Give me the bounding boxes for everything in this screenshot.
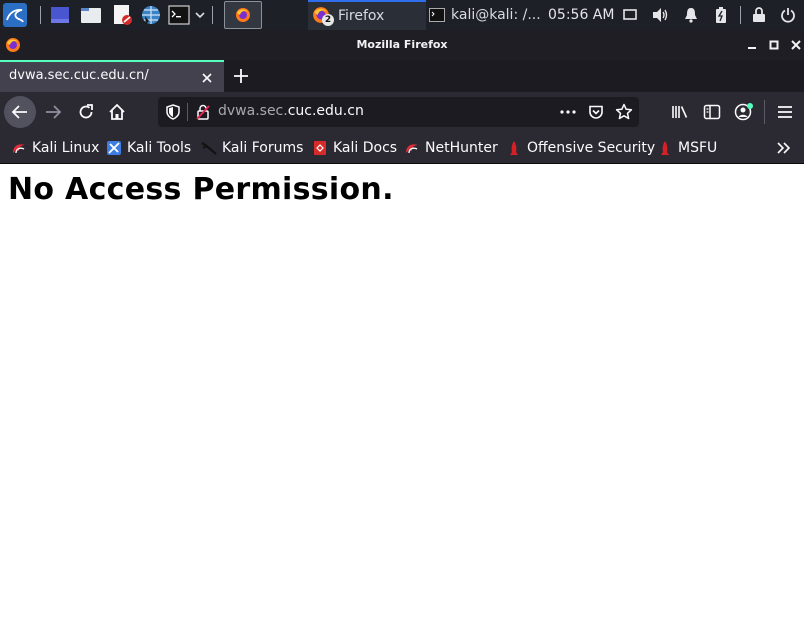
taskbar-firefox[interactable]: 2 Firefox xyxy=(308,0,426,30)
kali-dragon-icon xyxy=(11,140,27,156)
bookmark-kali-tools[interactable]: Kali Tools xyxy=(106,138,191,158)
panel-separator xyxy=(740,6,741,24)
show-desktop-icon[interactable] xyxy=(48,0,72,30)
file-manager-icon[interactable] xyxy=(79,0,103,30)
panel-separator xyxy=(212,6,213,24)
chevron-double-right-icon[interactable] xyxy=(774,138,794,158)
window-count-badge: 2 xyxy=(322,14,334,26)
insecure-lock-icon[interactable] xyxy=(193,102,213,122)
forward-button[interactable] xyxy=(37,96,69,128)
web-browser-icon[interactable] xyxy=(139,0,163,30)
url-bar[interactable]: dvwa.sec.cuc.edu.cn xyxy=(158,97,639,127)
window-title: Mozilla Firefox xyxy=(356,38,448,51)
kali-docs-icon xyxy=(312,140,328,156)
bookmark-label: NetHunter xyxy=(425,140,498,156)
urlbar-divider xyxy=(187,103,188,121)
window-titlebar: Mozilla Firefox xyxy=(0,30,804,60)
notifications-icon[interactable] xyxy=(681,0,701,30)
bookmark-kali-linux[interactable]: Kali Linux xyxy=(11,138,99,158)
bookmark-label: Offensive Security xyxy=(527,140,656,156)
volume-icon[interactable] xyxy=(650,0,672,30)
bookmark-label: Kali Tools xyxy=(127,140,192,156)
bookmark-star-icon[interactable] xyxy=(614,102,634,122)
home-button[interactable] xyxy=(101,96,133,128)
page-content: No Access Permission. xyxy=(0,164,804,623)
battery-icon[interactable] xyxy=(711,0,731,30)
taskbar-terminal-label: kali@kali: /... xyxy=(451,7,541,23)
tab-strip: dvwa.sec.cuc.edu.cn/ xyxy=(0,60,804,92)
bookmark-label: Kali Docs xyxy=(333,140,398,156)
clock[interactable]: 05:56 AM xyxy=(548,0,614,30)
bookmark-label: Kali Linux xyxy=(32,140,100,156)
page-actions-menu-icon[interactable] xyxy=(558,102,578,122)
msfu-icon xyxy=(657,140,673,156)
minimize-button[interactable] xyxy=(744,37,760,53)
nethunter-icon xyxy=(404,140,420,156)
library-icon[interactable] xyxy=(664,96,696,128)
kali-tools-icon xyxy=(106,140,122,156)
bookmark-label: Kali Forums xyxy=(222,140,304,156)
chevron-down-icon[interactable] xyxy=(192,0,208,30)
lock-icon[interactable] xyxy=(749,0,769,30)
panel-separator xyxy=(40,6,41,24)
desktop-panel: 2 Firefox kali@kali: /... 05:56 AM xyxy=(0,0,804,30)
text-editor-icon[interactable] xyxy=(110,0,134,30)
account-icon[interactable] xyxy=(728,96,760,128)
toolbar-divider xyxy=(764,100,765,124)
sidebar-icon[interactable] xyxy=(696,96,728,128)
close-button[interactable] xyxy=(788,37,804,53)
tab-close-icon[interactable] xyxy=(200,70,214,84)
bookmark-kali-forums[interactable]: Kali Forums xyxy=(201,138,303,158)
bookmark-kali-docs[interactable]: Kali Docs xyxy=(312,138,397,158)
firefox-icon: 2 xyxy=(312,6,334,26)
bookmark-msfu[interactable]: MSFU xyxy=(657,138,717,158)
maximize-button[interactable] xyxy=(766,37,782,53)
reload-button[interactable] xyxy=(70,96,102,128)
page-heading: No Access Permission. xyxy=(8,172,394,207)
terminal-launcher-icon[interactable] xyxy=(167,0,191,30)
bookmark-nethunter[interactable]: NetHunter xyxy=(404,138,498,158)
pocket-icon[interactable] xyxy=(586,102,606,122)
workspace-switcher[interactable] xyxy=(224,1,262,29)
taskbar-terminal[interactable]: kali@kali: /... xyxy=(426,0,542,30)
kali-forums-icon xyxy=(201,140,217,156)
bookmark-offensive-security[interactable]: Offensive Security xyxy=(506,138,655,158)
hamburger-menu-icon[interactable] xyxy=(769,96,801,128)
power-icon[interactable] xyxy=(777,0,799,30)
url-text[interactable]: dvwa.sec.cuc.edu.cn xyxy=(218,103,364,119)
terminal-icon xyxy=(429,8,445,22)
url-prefix: dvwa.sec. xyxy=(218,103,288,119)
bookmarks-toolbar: Kali Linux Kali Tools Kali Forums Kali D… xyxy=(0,132,804,164)
offsec-icon xyxy=(506,140,522,156)
navigation-toolbar: dvwa.sec.cuc.edu.cn xyxy=(0,92,804,132)
tab-title: dvwa.sec.cuc.edu.cn/ xyxy=(9,68,149,83)
tracking-protection-shield-icon[interactable] xyxy=(163,102,183,122)
tab-dvwa[interactable]: dvwa.sec.cuc.edu.cn/ xyxy=(0,60,224,92)
display-icon[interactable] xyxy=(620,0,640,30)
taskbar-firefox-label: Firefox xyxy=(338,8,385,24)
kali-menu-icon[interactable] xyxy=(2,0,28,30)
url-host: cuc.edu.cn xyxy=(287,103,364,119)
bookmark-label: MSFU xyxy=(678,140,718,156)
back-button[interactable] xyxy=(4,96,36,128)
new-tab-button[interactable] xyxy=(230,65,252,87)
